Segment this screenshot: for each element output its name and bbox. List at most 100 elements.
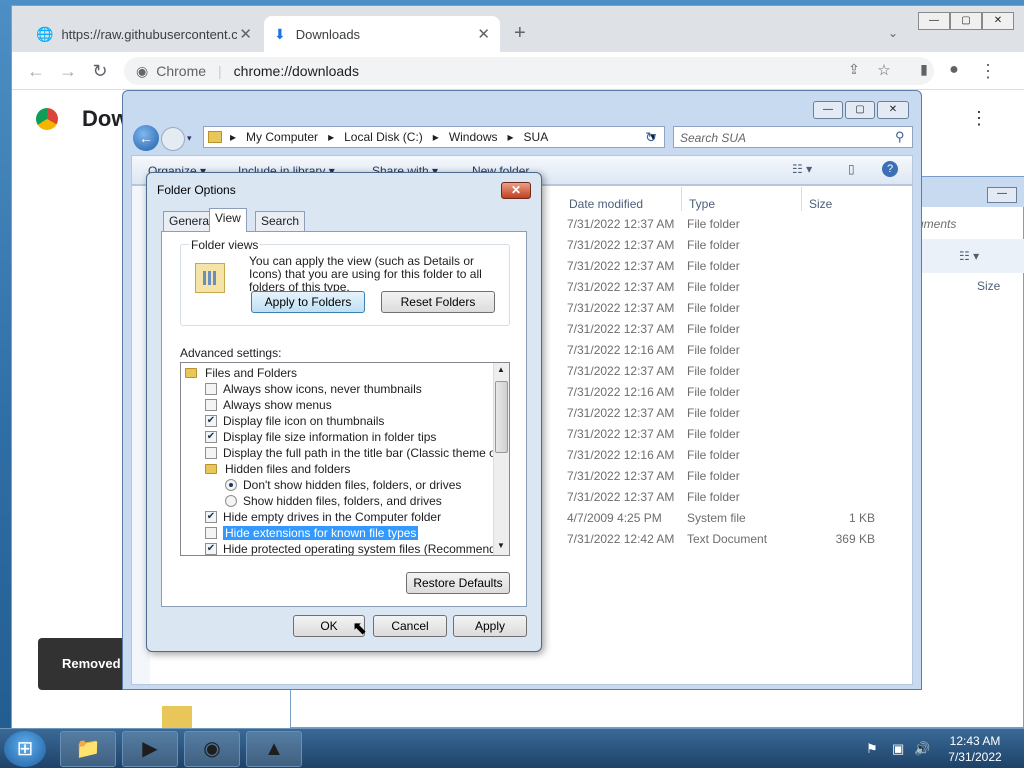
profile-icon[interactable]: ● [944,61,964,79]
close-icon[interactable]: ✕ [877,101,909,119]
table-row[interactable]: 7/31/2022 12:16 AM File folder [567,448,967,469]
table-row[interactable]: 7/31/2022 12:37 AM File folder [567,217,967,238]
tab-view[interactable]: View [209,208,247,232]
table-row[interactable]: 7/31/2022 12:37 AM File folder [567,406,967,427]
help-icon[interactable]: ? [882,161,898,177]
chrome-taskbar-icon[interactable]: ◉ [184,731,240,767]
new-tab-button[interactable]: + [514,22,526,45]
maximize-icon[interactable]: ▢ [950,12,982,30]
setting-check[interactable]: Hide extensions for known file types [181,525,419,541]
tab-github[interactable]: 🌐 https://raw.githubusercontent.co ✕ [26,16,262,52]
scroll-up-icon[interactable]: ▲ [497,365,505,374]
table-row[interactable]: 7/31/2022 12:37 AM File folder [567,364,967,385]
star-icon[interactable]: ☆ [874,61,894,79]
checkbox[interactable]: ✔ [205,431,217,443]
scroll-thumb[interactable] [495,381,508,453]
setting-check[interactable]: ✔ Display file icon on thumbnails [181,413,384,429]
breadcrumb-item[interactable]: Windows [449,130,498,144]
minimize-icon[interactable]: — [813,101,843,119]
table-row[interactable]: 4/7/2009 4:25 PM System file 1 KB [567,511,967,532]
apply-to-folders-button[interactable]: Apply to Folders [251,291,365,313]
address-bar[interactable]: ▸ My Computer ▸ Local Disk (C:) ▸ Windows ▸… [203,126,665,148]
checkbox[interactable] [205,399,217,411]
checkbox[interactable] [205,447,217,459]
media-player-taskbar-icon[interactable]: ▶ [122,731,178,767]
setting-radio[interactable]: Don't show hidden files, folders, or dri… [181,477,461,493]
table-row[interactable]: 7/31/2022 12:37 AM File folder [567,427,967,448]
action-center-icon[interactable]: ⚑ [866,741,878,757]
forward-icon[interactable]: → [58,61,78,82]
sidepanel-icon[interactable]: ▮ [914,61,934,78]
column-type[interactable]: Type [689,197,715,211]
breadcrumb-item[interactable]: SUA [524,130,549,144]
table-row[interactable]: 7/31/2022 12:37 AM File folder [567,469,967,490]
maximize-icon[interactable]: ▢ [845,101,875,119]
table-row[interactable]: 7/31/2022 12:16 AM File folder [567,385,967,406]
preview-pane-icon[interactable]: ▯ [848,162,855,176]
column-date-modified[interactable]: Date modified [569,197,643,211]
tab-search-icon[interactable]: ⌄ [888,26,898,40]
checkbox[interactable] [205,383,217,395]
restore-defaults-button[interactable]: Restore Defaults [406,572,510,594]
apply-button[interactable]: Apply [453,615,527,637]
table-row[interactable]: 7/31/2022 12:37 AM File folder [567,280,967,301]
checkbox[interactable] [205,527,217,539]
scrollbar[interactable]: ▲ ▼ [493,363,509,555]
clock[interactable]: 12:43 AM 7/31/2022 [940,733,1010,765]
start-button[interactable]: ⊞ [4,731,46,767]
view-icon[interactable]: ☷ ▾ [792,162,812,176]
close-tab-icon[interactable]: ✕ [239,25,252,43]
radio-button[interactable] [225,495,237,507]
app-taskbar-icon[interactable]: ▲ [246,731,302,767]
setting-radio[interactable]: Show hidden files, folders, and drives [181,493,442,509]
reset-folders-button[interactable]: Reset Folders [381,291,495,313]
refresh-icon[interactable]: ↻ [645,129,657,146]
setting-check[interactable]: ✔ Hide protected operating system files (… [181,541,509,555]
volume-icon[interactable]: 🔊 [914,741,930,757]
reload-icon[interactable]: ↻ [90,61,110,82]
search-input[interactable]: Search SUA [673,126,913,148]
radio-button[interactable] [225,479,237,491]
back-icon[interactable]: ← [26,61,46,82]
share-icon[interactable]: ⇪ [844,61,864,78]
tab-downloads[interactable]: ⬇ Downloads ✕ [264,16,500,52]
table-row[interactable]: 7/31/2022 12:16 AM File folder [567,343,967,364]
checkbox[interactable]: ✔ [205,415,217,427]
checkbox[interactable]: ✔ [205,543,217,555]
setting-check[interactable]: Display the full path in the title bar (… [181,445,509,461]
explorer-taskbar-icon[interactable]: 📁 [60,731,116,767]
close-icon[interactable]: ✕ [501,182,531,199]
table-row[interactable]: 7/31/2022 12:37 AM File folder [567,259,967,280]
menu-icon[interactable]: ⋮ [978,61,998,82]
column-size[interactable]: Size [977,279,1000,293]
address-bar[interactable]: ◉ Chrome | chrome://downloads [124,57,934,85]
back-icon[interactable]: ← [133,125,159,151]
network-icon[interactable]: ▣ [892,741,904,757]
forward-icon[interactable] [161,127,185,151]
table-row[interactable]: 7/31/2022 12:37 AM File folder [567,238,967,259]
table-row[interactable]: 7/31/2022 12:37 AM File folder [567,301,967,322]
breadcrumb-item[interactable]: Local Disk (C:) [344,130,423,144]
column-size[interactable]: Size [809,197,832,211]
close-icon[interactable]: ✕ [982,12,1014,30]
setting-check[interactable]: Always show menus [181,397,332,413]
setting-check[interactable]: ✔ Hide empty drives in the Computer folde… [181,509,441,525]
table-row[interactable]: 7/31/2022 12:42 AM Text Document 369 KB [567,532,967,553]
table-row[interactable]: 7/31/2022 12:37 AM File folder [567,322,967,343]
setting-check[interactable]: Always show icons, never thumbnails [181,381,422,397]
checkbox[interactable]: ✔ [205,511,217,523]
page-menu-icon[interactable]: ⋮ [970,108,988,129]
breadcrumb-item[interactable]: My Computer [246,130,318,144]
setting-check[interactable]: ✔ Display file size information in folder… [181,429,436,445]
table-row[interactable]: 7/31/2022 12:37 AM File folder [567,490,967,511]
search-icon[interactable]: ⚲ [895,129,905,145]
minimize-icon[interactable]: — [987,187,1017,203]
cell-size [817,406,875,427]
cancel-button[interactable]: Cancel [373,615,447,637]
setting-label: Display file size information in folder … [223,430,437,444]
recent-pages-icon[interactable]: ▾ [187,133,192,144]
close-tab-icon[interactable]: ✕ [477,25,490,43]
tab-search[interactable]: Search [255,211,306,231]
scroll-down-icon[interactable]: ▼ [497,541,505,550]
minimize-icon[interactable]: — [918,12,950,30]
